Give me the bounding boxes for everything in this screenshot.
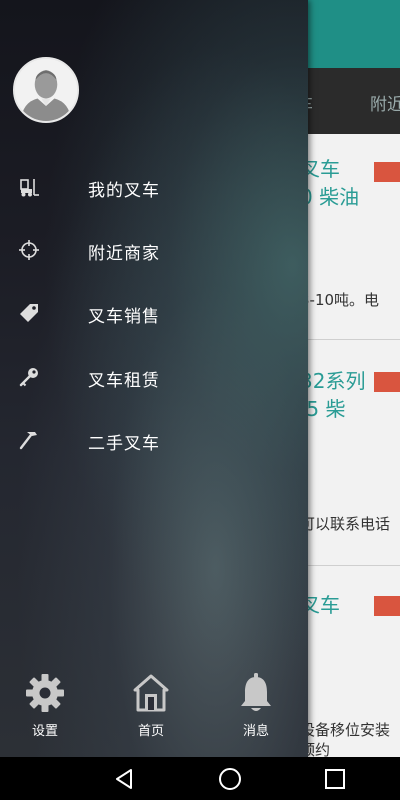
messages-button[interactable]: 消息 (221, 672, 291, 742)
system-nav-bar (0, 757, 400, 800)
home-label: 首页 (137, 724, 164, 739)
card-tag (374, 372, 400, 392)
gear-icon (25, 672, 65, 714)
messages-label: 消息 (242, 724, 269, 739)
menu-item-forklift-rental[interactable]: 叉车租赁 (0, 352, 308, 402)
avatar[interactable] (13, 57, 79, 123)
card-description: 可以联系电话 (300, 515, 391, 533)
card-tag (374, 596, 400, 616)
card-tag (374, 162, 400, 182)
menu-item-label: 附近商家 (88, 244, 160, 264)
back-icon[interactable] (112, 767, 136, 791)
forklift-icon (18, 176, 40, 198)
crosshair-icon (18, 239, 40, 261)
settings-label: 设置 (31, 724, 58, 739)
menu-item-nearby-merchants[interactable]: 附近商家 (0, 225, 308, 275)
menu-item-label: 二手叉车 (88, 434, 160, 454)
bell-icon (236, 672, 276, 714)
menu-item-label: 叉车销售 (88, 307, 160, 327)
tab-nearby[interactable]: 附近 (370, 90, 400, 115)
user-avatar-icon (15, 59, 77, 121)
home-button[interactable]: 首页 (116, 672, 186, 742)
home-circle-icon[interactable] (218, 767, 242, 791)
card-subtitle: 0 柴油 (300, 185, 360, 209)
menu-item-used-forklift[interactable]: 二手叉车 (0, 415, 308, 465)
recents-icon[interactable] (323, 767, 347, 791)
card-description: 3-10吨。电 (300, 291, 380, 309)
menu-item-label: 叉车租赁 (88, 371, 160, 391)
menu-item-label: 我的叉车 (88, 181, 160, 201)
settings-button[interactable]: 设置 (10, 672, 80, 742)
card-title: 32系列 (300, 369, 366, 393)
key-icon (18, 366, 40, 388)
menu-item-my-forklift[interactable]: 我的叉车 (0, 162, 308, 212)
menu-item-forklift-sales[interactable]: 叉车销售 (0, 288, 308, 338)
tag-icon (18, 302, 40, 324)
hammer-icon (18, 429, 40, 451)
card-description: 设备移位安装 (300, 721, 391, 739)
home-icon (131, 672, 171, 714)
navigation-drawer: 我的叉车 附近商家 叉车销售 叉车租赁 二手叉车 设置 首页 消息 (0, 0, 308, 757)
